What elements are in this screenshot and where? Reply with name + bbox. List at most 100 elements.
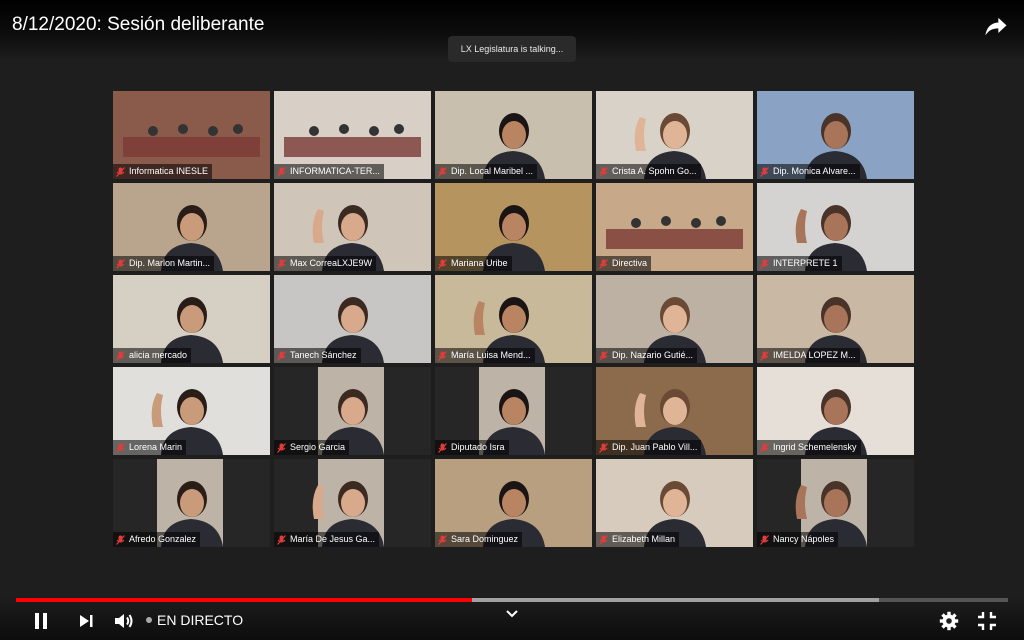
participant-name: Sergio Garcia bbox=[290, 442, 346, 452]
participant-tile[interactable]: Dip. Marlon Martin... bbox=[113, 183, 270, 271]
mic-muted-icon bbox=[438, 350, 447, 361]
mic-muted-icon bbox=[277, 442, 286, 453]
participant-name: Sara Dominguez bbox=[451, 534, 519, 544]
participant-tile[interactable]: Dip. Nazario Gutié... bbox=[596, 275, 753, 363]
participant-name: Ingrid Schemelensky bbox=[773, 442, 857, 452]
participant-tile[interactable]: Nancy Nápoles bbox=[757, 459, 914, 547]
participant-tile[interactable]: Dip. Monica Alvare... bbox=[757, 91, 914, 179]
volume-button[interactable] bbox=[112, 610, 136, 632]
mic-muted-icon bbox=[438, 166, 447, 177]
participant-tile[interactable]: INTERPRETE 1 bbox=[757, 183, 914, 271]
participant-name-label: Dip. Juan Pablo Vill... bbox=[596, 440, 702, 455]
participant-tile[interactable]: Informatica INESLE bbox=[113, 91, 270, 179]
mic-muted-icon bbox=[277, 534, 286, 545]
participant-name: Mariana Uribe bbox=[451, 258, 508, 268]
participant-name: Crista A. Spohn Go... bbox=[612, 166, 697, 176]
participant-name-label: Ingrid Schemelensky bbox=[757, 440, 861, 455]
participant-tile[interactable]: Lorena Marin bbox=[113, 367, 270, 455]
participant-tile[interactable]: Sergio Garcia bbox=[274, 367, 431, 455]
live-indicator[interactable]: EN DIRECTO bbox=[146, 612, 243, 628]
exit-fullscreen-button[interactable] bbox=[976, 610, 998, 632]
mic-muted-icon bbox=[438, 442, 447, 453]
participant-name-label: Mariana Uribe bbox=[435, 256, 512, 271]
participant-name: IMELDA LOPEZ M... bbox=[773, 350, 856, 360]
gear-icon bbox=[939, 611, 959, 631]
pause-button[interactable] bbox=[30, 610, 52, 632]
mic-muted-icon bbox=[760, 350, 769, 361]
participant-name-label: María Luisa Mend... bbox=[435, 348, 535, 363]
participant-name-label: Max CorreaLXJE9W bbox=[274, 256, 377, 271]
participant-name-label: Directiva bbox=[596, 256, 652, 271]
mic-muted-icon bbox=[438, 258, 447, 269]
participant-name: Max CorreaLXJE9W bbox=[290, 258, 373, 268]
participant-name-label: Sergio Garcia bbox=[274, 440, 350, 455]
participant-name: INTERPRETE 1 bbox=[773, 258, 838, 268]
participant-name-label: Dip. Nazario Gutié... bbox=[596, 348, 698, 363]
mic-muted-icon bbox=[116, 166, 125, 177]
exit-fullscreen-icon bbox=[978, 612, 996, 630]
participant-tile[interactable]: Crista A. Spohn Go... bbox=[596, 91, 753, 179]
participant-name-label: INTERPRETE 1 bbox=[757, 256, 842, 271]
participant-tile[interactable]: Directiva bbox=[596, 183, 753, 271]
talking-indicator: LX Legislatura is talking... bbox=[448, 36, 576, 62]
participant-tile[interactable]: alicia mercado bbox=[113, 275, 270, 363]
chevron-down-icon[interactable] bbox=[504, 608, 520, 620]
participant-tile[interactable]: Tanech Sánchez bbox=[274, 275, 431, 363]
mic-muted-icon bbox=[599, 258, 608, 269]
mic-muted-icon bbox=[599, 166, 608, 177]
participant-name: Informatica INESLE bbox=[129, 166, 209, 176]
participant-tile[interactable]: Dip. Local Maribel ... bbox=[435, 91, 592, 179]
participant-name: Nancy Nápoles bbox=[773, 534, 835, 544]
participant-name: INFORMATICA-TER... bbox=[290, 166, 380, 176]
participant-tile[interactable]: Mariana Uribe bbox=[435, 183, 592, 271]
participant-name-label: Nancy Nápoles bbox=[757, 532, 839, 547]
participant-name: Lorena Marin bbox=[129, 442, 183, 452]
next-button[interactable] bbox=[76, 610, 96, 632]
participant-name: Tanech Sánchez bbox=[290, 350, 357, 360]
participant-name-label: Diputado Isra bbox=[435, 440, 509, 455]
mic-muted-icon bbox=[760, 534, 769, 545]
participant-tile[interactable]: IMELDA LOPEZ M... bbox=[757, 275, 914, 363]
participant-tile[interactable]: Elizabeth Millan bbox=[596, 459, 753, 547]
mic-muted-icon bbox=[116, 442, 125, 453]
participant-name-label: Elizabeth Millan bbox=[596, 532, 680, 547]
participant-tile[interactable]: Ingrid Schemelensky bbox=[757, 367, 914, 455]
participant-name-label: alicia mercado bbox=[113, 348, 192, 363]
participant-tile[interactable]: Max CorreaLXJE9W bbox=[274, 183, 431, 271]
share-icon[interactable] bbox=[982, 12, 1010, 40]
participant-name: Dip. Local Maribel ... bbox=[451, 166, 534, 176]
participant-name: Dip. Monica Alvare... bbox=[773, 166, 856, 176]
participant-name-label: Crista A. Spohn Go... bbox=[596, 164, 701, 179]
participant-name: Dip. Marlon Martin... bbox=[129, 258, 211, 268]
mic-muted-icon bbox=[277, 350, 286, 361]
participant-tile[interactable]: Diputado Isra bbox=[435, 367, 592, 455]
mic-muted-icon bbox=[116, 258, 125, 269]
participant-name-label: María De Jesus Ga... bbox=[274, 532, 380, 547]
mic-muted-icon bbox=[277, 166, 286, 177]
participant-tile[interactable]: Sara Dominguez bbox=[435, 459, 592, 547]
participant-tile[interactable]: María Luisa Mend... bbox=[435, 275, 592, 363]
mic-muted-icon bbox=[760, 166, 769, 177]
participant-name-label: Afredo Gonzalez bbox=[113, 532, 201, 547]
mic-muted-icon bbox=[438, 534, 447, 545]
participant-name: Dip. Juan Pablo Vill... bbox=[612, 442, 698, 452]
participant-tile[interactable]: Dip. Juan Pablo Vill... bbox=[596, 367, 753, 455]
skip-next-icon bbox=[80, 615, 93, 627]
participant-name-label: Dip. Marlon Martin... bbox=[113, 256, 215, 271]
mic-muted-icon bbox=[277, 258, 286, 269]
participant-tile[interactable]: Afredo Gonzalez bbox=[113, 459, 270, 547]
participant-name: Dip. Nazario Gutié... bbox=[612, 350, 694, 360]
video-player[interactable]: 8/12/2020: Sesión deliberante LX Legisla… bbox=[0, 0, 1024, 640]
participant-name-label: INFORMATICA-TER... bbox=[274, 164, 384, 179]
video-title[interactable]: 8/12/2020: Sesión deliberante bbox=[12, 14, 264, 36]
participant-tile[interactable]: María De Jesus Ga... bbox=[274, 459, 431, 547]
participant-name-label: Tanech Sánchez bbox=[274, 348, 361, 363]
settings-button[interactable] bbox=[938, 610, 960, 632]
participant-name-label: Dip. Monica Alvare... bbox=[757, 164, 860, 179]
mic-muted-icon bbox=[599, 350, 608, 361]
progress-bar[interactable] bbox=[16, 598, 1008, 602]
participant-tile[interactable]: INFORMATICA-TER... bbox=[274, 91, 431, 179]
participant-name: María Luisa Mend... bbox=[451, 350, 531, 360]
progress-played bbox=[16, 598, 473, 602]
participant-name: Afredo Gonzalez bbox=[129, 534, 197, 544]
